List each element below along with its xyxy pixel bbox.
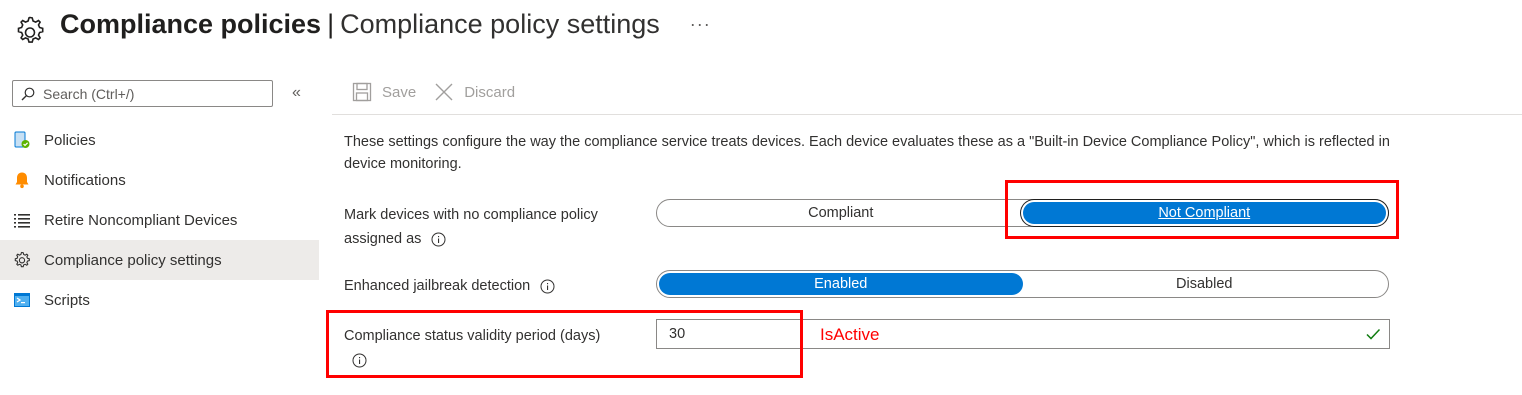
save-button[interactable]: Save xyxy=(352,82,416,102)
page-header: Compliance policies | Compliance policy se… xyxy=(12,2,711,46)
page-title: Compliance policies | Compliance policy se… xyxy=(60,9,660,40)
save-label: Save xyxy=(382,83,417,101)
annotation-box-not-compliant xyxy=(1005,180,1399,239)
page-title-main: Compliance policies xyxy=(60,8,322,39)
close-icon xyxy=(435,83,453,101)
checkmark-icon xyxy=(1366,328,1381,340)
annotation-label: IsActive xyxy=(820,325,880,344)
sidebar-item-label: Compliance policy settings xyxy=(44,251,222,269)
sidebar-item-retire-noncompliant[interactable]: Retire Noncompliant Devices xyxy=(0,200,319,240)
toolbar-divider xyxy=(332,114,1522,115)
sidebar-item-compliance-policy-settings[interactable]: Compliance policy settings xyxy=(0,240,319,280)
sidebar-search[interactable] xyxy=(12,80,273,107)
no-policy-label-line1: Mark devices with no compliance policy xyxy=(344,207,598,223)
sidebar-item-label: Policies xyxy=(44,131,96,149)
sidebar-item-notifications[interactable]: Notifications xyxy=(0,160,319,200)
sidebar-item-label: Notifications xyxy=(44,171,126,189)
policies-icon xyxy=(12,130,32,150)
sidebar-item-label: Scripts xyxy=(44,291,90,309)
collapse-sidebar-button[interactable]: « xyxy=(292,84,301,102)
search-input[interactable] xyxy=(41,84,265,103)
sidebar-nav: Policies Notifications Retire Noncomplia… xyxy=(0,120,319,320)
sidebar-item-policies[interactable]: Policies xyxy=(0,120,319,160)
save-icon xyxy=(352,82,372,102)
jailbreak-label: Enhanced jailbreak detection xyxy=(344,274,555,298)
no-policy-label-line2: assigned as xyxy=(344,231,422,247)
bell-icon xyxy=(12,170,32,190)
jailbreak-label-text: Enhanced jailbreak detection xyxy=(344,278,531,294)
list-icon xyxy=(12,210,32,230)
discard-button[interactable]: Discard xyxy=(434,82,515,102)
gear-icon xyxy=(12,250,32,270)
sidebar-item-scripts[interactable]: Scripts xyxy=(0,280,319,320)
no-policy-label: Mark devices with no compliance policy a… xyxy=(344,203,598,251)
jailbreak-toggle: Enabled Disabled xyxy=(656,270,1389,298)
more-options-button[interactable]: ··· xyxy=(690,14,711,35)
title-separator: | xyxy=(327,8,335,39)
option-compliant[interactable]: Compliant xyxy=(659,202,1023,224)
info-icon[interactable] xyxy=(540,279,555,294)
page-title-sub: Compliance policy settings xyxy=(340,8,660,39)
discard-label: Discard xyxy=(464,83,516,101)
annotation-box-validity xyxy=(326,310,803,378)
scripts-icon xyxy=(12,290,32,310)
command-bar: Save Discard xyxy=(352,82,533,102)
settings-description: These settings configure the way the com… xyxy=(344,134,1390,172)
gear-icon xyxy=(17,16,44,43)
option-enabled[interactable]: Enabled xyxy=(659,273,1023,295)
search-icon xyxy=(21,87,35,100)
sidebar-item-label: Retire Noncompliant Devices xyxy=(44,211,238,229)
info-icon[interactable] xyxy=(431,232,446,247)
option-disabled[interactable]: Disabled xyxy=(1023,273,1387,295)
